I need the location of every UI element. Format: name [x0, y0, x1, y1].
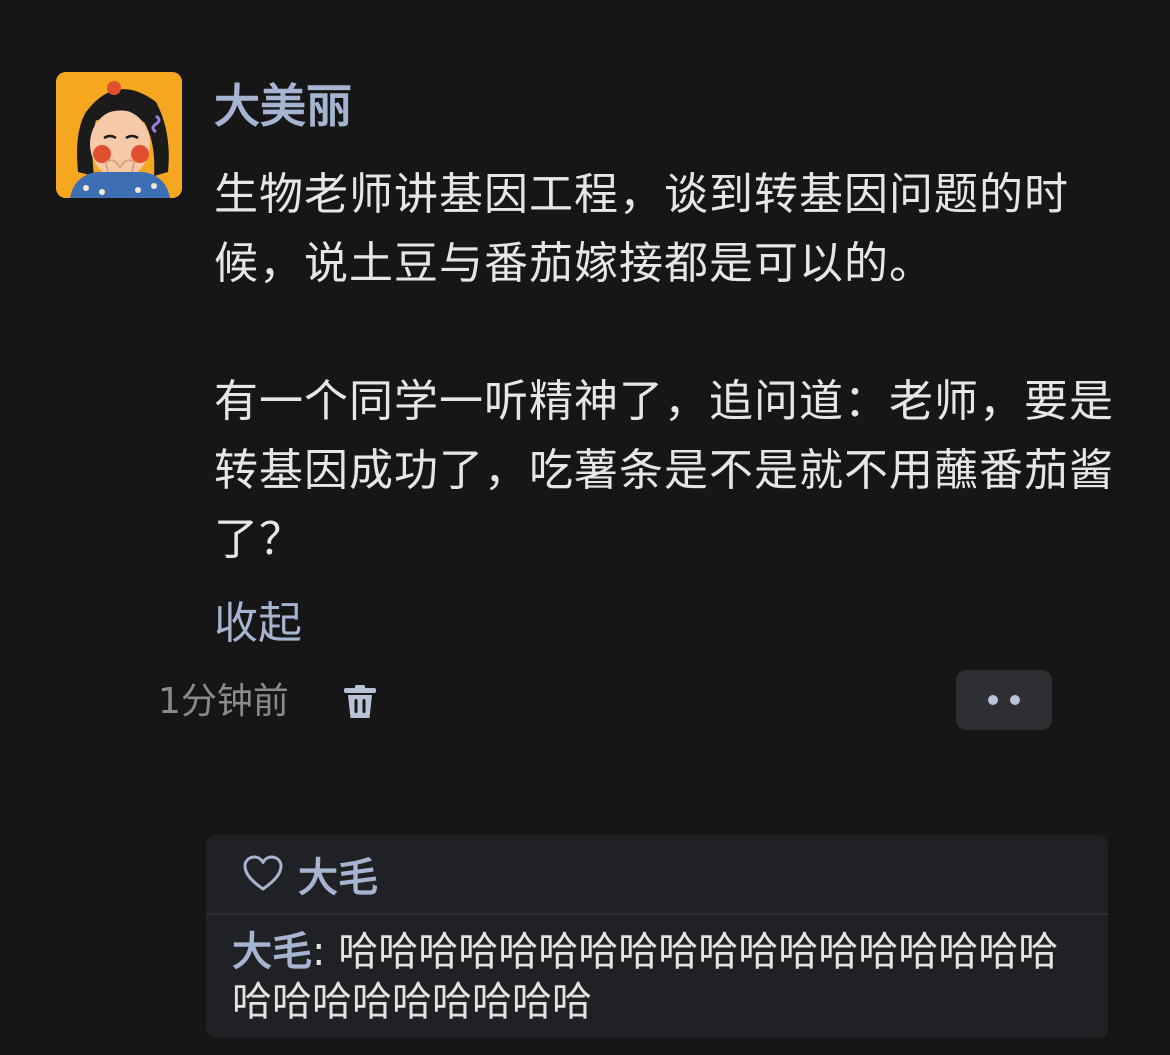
- author-name[interactable]: 大美丽: [214, 72, 1114, 140]
- collapse-link[interactable]: 收起: [214, 594, 302, 654]
- post-content: 大美丽 生物老师讲基因工程，谈到转基因问题的时候，说土豆与番茄嫁接都是可以的。 …: [214, 72, 1114, 654]
- liker-name[interactable]: 大毛: [298, 845, 378, 903]
- reply-text: 哈哈哈哈哈哈哈哈哈哈哈哈哈哈哈哈哈哈哈哈哈哈哈哈哈哈哈: [232, 929, 1059, 1025]
- reply-author[interactable]: 大毛: [232, 929, 312, 975]
- reply-separator: :: [312, 929, 339, 975]
- trash-icon: [344, 685, 376, 718]
- likes-row: 大毛: [206, 835, 1108, 915]
- reply-panel: 大毛 大毛: 哈哈哈哈哈哈哈哈哈哈哈哈哈哈哈哈哈哈哈哈哈哈哈哈哈哈哈: [206, 835, 1108, 1038]
- post-meta: 1分钟前: [158, 670, 1058, 732]
- avatar-illustration-icon: [56, 72, 182, 198]
- post-body: 生物老师讲基因工程，谈到转基因问题的时候，说土豆与番茄嫁接都是可以的。 有一个同…: [214, 160, 1114, 574]
- more-dots-icon: [988, 695, 998, 705]
- post-paragraph: 生物老师讲基因工程，谈到转基因问题的时候，说土豆与番茄嫁接都是可以的。: [214, 169, 1069, 289]
- more-button[interactable]: [956, 670, 1052, 730]
- heart-icon[interactable]: [242, 853, 284, 895]
- post-paragraph: 有一个同学一听精神了，追问道：老师，要是转基因成功了，吃薯条是不是就不用蘸番茄酱…: [214, 376, 1114, 565]
- more-dots-icon: [1010, 695, 1020, 705]
- delete-button[interactable]: [342, 684, 378, 720]
- reply-item[interactable]: 大毛: 哈哈哈哈哈哈哈哈哈哈哈哈哈哈哈哈哈哈哈哈哈哈哈哈哈哈哈: [206, 915, 1108, 1027]
- author-avatar[interactable]: [56, 72, 182, 198]
- timestamp: 1分钟前: [158, 681, 289, 722]
